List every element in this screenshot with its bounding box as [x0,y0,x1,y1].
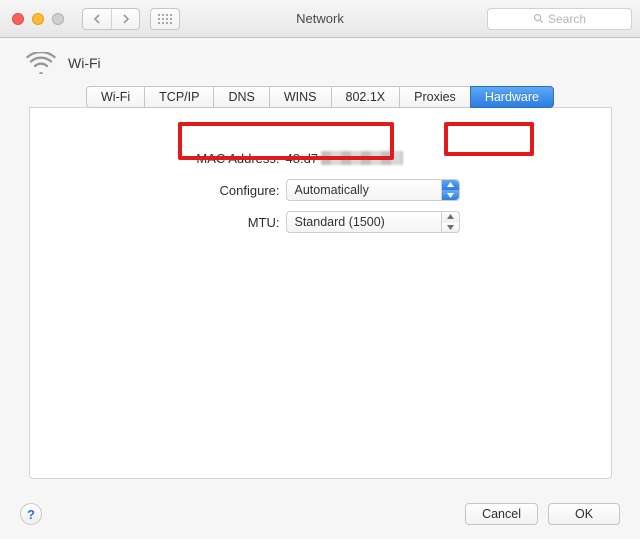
tab-wins[interactable]: WINS [269,86,331,108]
mtu-select[interactable]: Standard (1500) [286,211,460,233]
mac-address-redacted [321,151,403,165]
connection-header: Wi-Fi [20,52,620,84]
footer: ? Cancel OK [0,491,640,539]
back-button[interactable] [83,9,111,29]
tabs: Wi-Fi TCP/IP DNS WINS 802.1X Proxies Har… [20,86,620,108]
mac-address-label: MAC Address: [30,151,280,166]
titlebar: Network Search [0,0,640,38]
connection-name: Wi-Fi [68,55,101,71]
tab-tcpip[interactable]: TCP/IP [144,86,213,108]
mac-address-prefix: 48:d7 [286,151,319,166]
configure-select-value: Automatically [295,183,369,197]
minimize-window-button[interactable] [32,13,44,25]
forward-button[interactable] [111,9,139,29]
configure-select[interactable]: Automatically [286,179,460,201]
mtu-row: MTU: Standard (1500) [30,206,611,238]
configure-label: Configure: [30,183,280,198]
tab-wifi[interactable]: Wi-Fi [86,86,144,108]
window-controls [12,13,64,25]
search-placeholder: Search [548,12,586,26]
tab-dns[interactable]: DNS [213,86,268,108]
mtu-select-value: Standard (1500) [295,215,385,229]
help-button[interactable]: ? [20,503,42,525]
close-window-button[interactable] [12,13,24,25]
search-icon [533,13,544,24]
ok-button[interactable]: OK [548,503,620,525]
tab-hardware[interactable]: Hardware [470,86,554,108]
hardware-panel: MAC Address: 48:d7 Configure: Automatica… [29,107,612,479]
tab-proxies[interactable]: Proxies [399,86,470,108]
cancel-button[interactable]: Cancel [465,503,538,525]
grid-icon [158,14,172,24]
mac-address-row: MAC Address: 48:d7 [30,142,611,174]
tab-8021x[interactable]: 802.1X [331,86,400,108]
select-stepper-icon [441,212,459,232]
wifi-icon [26,52,56,74]
nav-back-forward [82,8,140,30]
mtu-label: MTU: [30,215,280,230]
show-all-prefs-button[interactable] [150,8,180,30]
content-area: Wi-Fi Wi-Fi TCP/IP DNS WINS 802.1X Proxi… [0,38,640,539]
configure-row: Configure: Automatically [30,174,611,206]
select-stepper-icon [441,180,459,200]
search-input[interactable]: Search [487,8,632,30]
zoom-window-button[interactable] [52,13,64,25]
mac-address-value: 48:d7 [286,151,611,166]
